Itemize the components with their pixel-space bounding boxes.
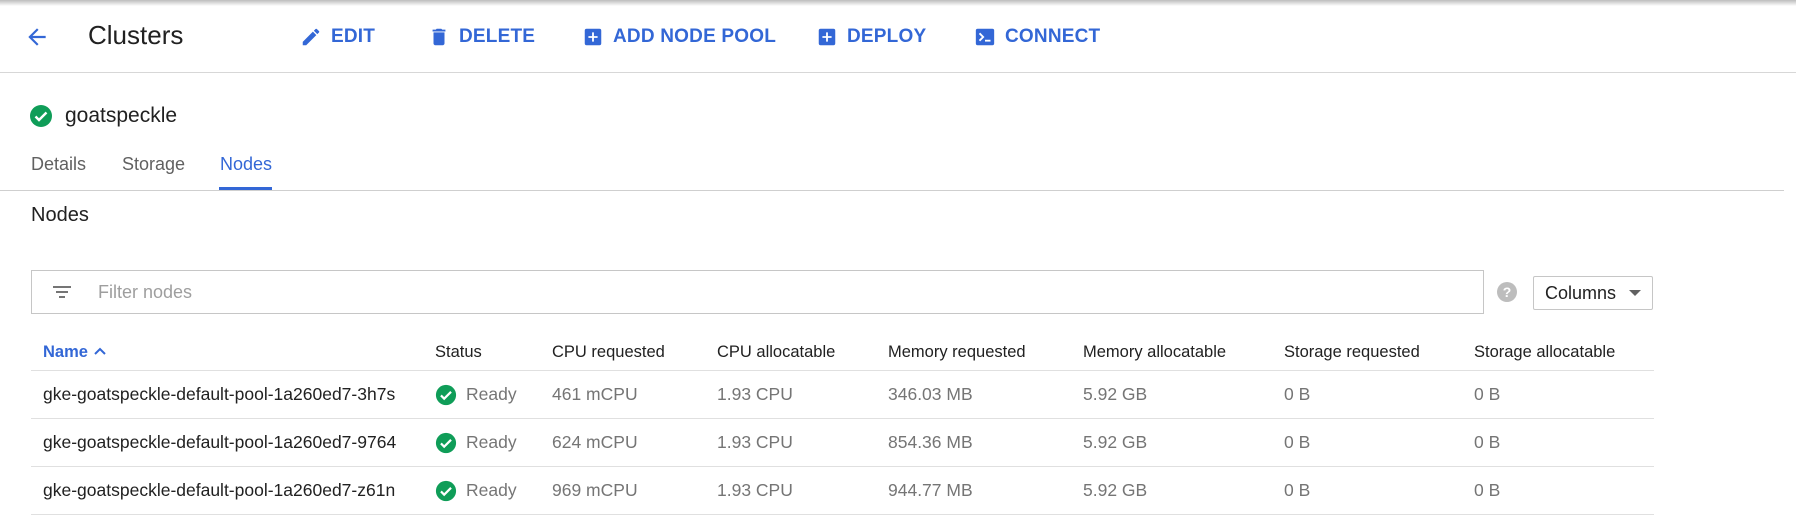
storage-allocatable: 0 B [1474,370,1654,419]
columns-label: Columns [1545,282,1617,303]
tab-details[interactable]: Details [31,154,86,175]
filter-icon [50,280,76,304]
check-circle-icon [435,480,457,501]
caret-down-icon [1629,290,1642,296]
nodes-table: Name Status CPU requested CPU allocatabl… [31,334,1654,515]
header-storage-requested[interactable]: Storage requested [1284,334,1474,371]
connect-label: CONNECT [1005,26,1101,47]
filter-bar [31,270,1484,314]
delete-button[interactable]: DELETE [428,23,535,51]
node-status: Ready [435,418,552,467]
columns-dropdown[interactable]: Columns [1533,276,1653,310]
node-name-link[interactable]: gke-goatspeckle-default-pool-1a260ed7-z6… [31,466,435,515]
status-label: Ready [466,432,517,452]
table-row[interactable]: gke-goatspeckle-default-pool-1a260ed7-z6… [31,466,1654,515]
edit-button[interactable]: EDIT [300,23,375,51]
filter-input[interactable] [96,280,1400,304]
section-title: Nodes [31,204,89,226]
active-tab-indicator [219,187,272,190]
back-button[interactable] [22,22,52,52]
cluster-header: goatspeckle [29,104,177,128]
page-title: Clusters [88,20,184,50]
toolbar-shadow [0,0,1796,6]
storage-allocatable: 0 B [1474,466,1654,515]
storage-requested: 0 B [1284,370,1474,419]
plus-box-icon [818,28,836,46]
header-name[interactable]: Name [31,334,435,371]
header-storage-allocatable[interactable]: Storage allocatable [1474,334,1654,371]
table-header-row: Name Status CPU requested CPU allocatabl… [31,334,1654,371]
cpu-allocatable: 1.93 CPU [717,370,888,419]
header-cpu-requested[interactable]: CPU requested [552,334,717,371]
cpu-allocatable: 1.93 CPU [717,466,888,515]
header-cpu-allocatable[interactable]: CPU allocatable [717,334,888,371]
status-label: Ready [466,480,517,500]
table-row[interactable]: gke-goatspeckle-default-pool-1a260ed7-97… [31,418,1654,467]
check-circle-icon [435,432,457,453]
memory-requested: 944.77 MB [888,466,1083,515]
terminal-icon [975,28,995,46]
header-status[interactable]: Status [435,334,552,371]
status-label: Ready [466,384,517,404]
tab-bar: Details Storage Nodes [0,150,1784,191]
help-circle-icon[interactable]: ? [1497,282,1517,302]
header-name-label: Name [43,342,88,361]
cpu-requested: 624 mCPU [552,418,717,467]
table-row[interactable]: gke-goatspeckle-default-pool-1a260ed7-3h… [31,370,1654,419]
check-circle-icon [30,105,52,127]
top-toolbar: Clusters EDIT DELETE ADD NODE POOL DEPLO… [0,0,1796,73]
pencil-icon [302,28,320,46]
cluster-name: goatspeckle [65,104,178,127]
cpu-allocatable: 1.93 CPU [717,418,888,467]
memory-allocatable: 5.92 GB [1083,466,1284,515]
sort-ascending-icon [94,347,106,355]
header-memory-requested[interactable]: Memory requested [888,334,1083,371]
add-node-pool-button[interactable]: ADD NODE POOL [582,23,776,51]
connect-button[interactable]: CONNECT [974,23,1100,51]
tab-storage[interactable]: Storage [122,154,185,175]
header-memory-allocatable[interactable]: Memory allocatable [1083,334,1284,371]
check-circle-icon [435,384,457,405]
memory-requested: 854.36 MB [888,418,1083,467]
add-node-pool-label: ADD NODE POOL [613,26,777,47]
node-status: Ready [435,466,552,515]
tab-nodes[interactable]: Nodes [220,154,272,175]
cpu-requested: 461 mCPU [552,370,717,419]
node-name-link[interactable]: gke-goatspeckle-default-pool-1a260ed7-97… [31,418,435,467]
edit-label: EDIT [331,26,376,47]
storage-requested: 0 B [1284,418,1474,467]
trash-icon [432,28,446,46]
storage-allocatable: 0 B [1474,418,1654,467]
storage-requested: 0 B [1284,466,1474,515]
node-name-link[interactable]: gke-goatspeckle-default-pool-1a260ed7-3h… [31,370,435,419]
delete-label: DELETE [459,26,536,47]
deploy-button[interactable]: DEPLOY [816,23,926,51]
node-status: Ready [435,370,552,419]
plus-box-icon [584,28,602,46]
memory-allocatable: 5.92 GB [1083,370,1284,419]
memory-requested: 346.03 MB [888,370,1083,419]
cpu-requested: 969 mCPU [552,466,717,515]
deploy-label: DEPLOY [847,26,927,47]
arrow-back-icon [28,28,46,46]
memory-allocatable: 5.92 GB [1083,418,1284,467]
